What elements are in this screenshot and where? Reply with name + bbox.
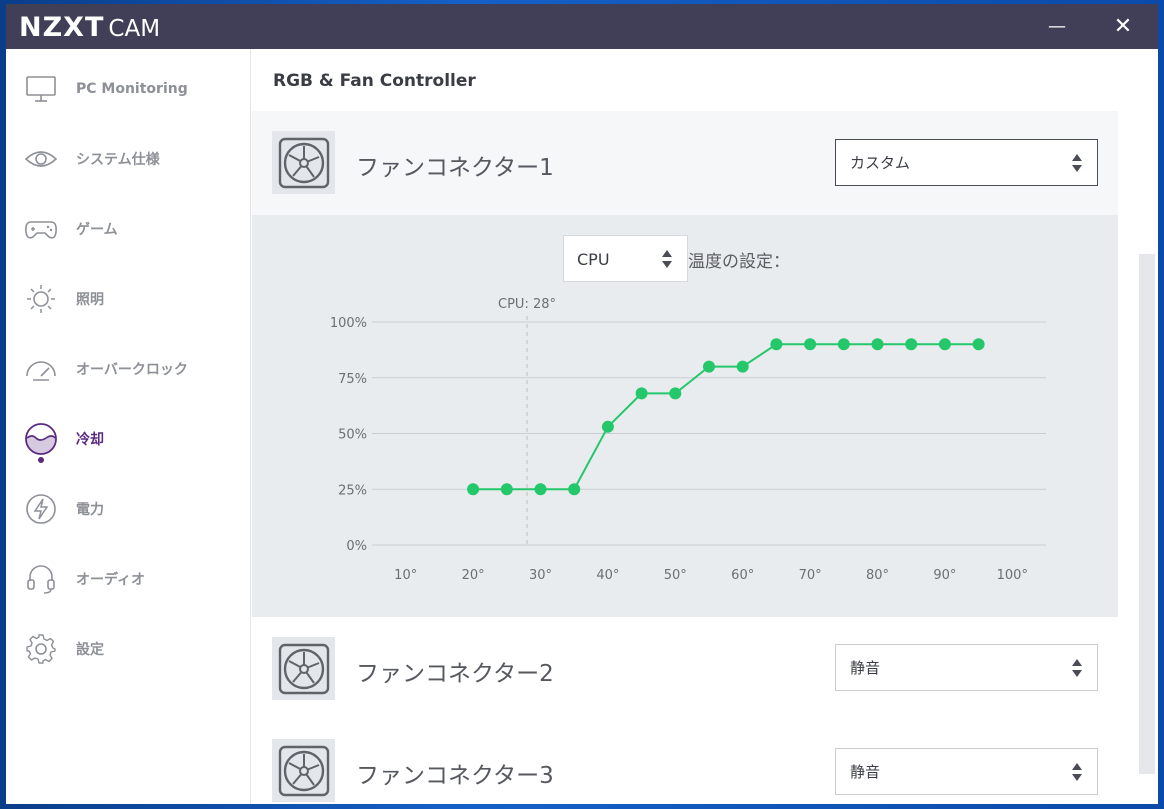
fan-icon [272,739,335,802]
curve-point[interactable] [669,387,682,400]
fan-icon [272,131,335,194]
gamepad-icon [24,212,58,246]
fan-mode-value: 静音 [850,763,881,781]
fan-icon [272,637,335,700]
curve-point[interactable] [837,338,850,351]
cooling-icon [24,422,58,456]
x-tick-label: 100° [997,568,1028,583]
y-tick-label: 100% [330,316,367,331]
y-tick-label: 25% [338,483,367,498]
speedometer-icon [24,352,58,386]
curve-point[interactable] [534,483,547,496]
fan-row-2: ファンコネクター2 静音 [252,617,1118,721]
y-tick-label: 75% [338,372,367,387]
sidebar: PC Monitoring システム仕様 ゲーム 照明 オーバークロック 冷却 … [6,49,251,804]
main-content: RGB & Fan Controller ファンコネクター1 カスタム CPU … [252,49,1118,804]
x-tick-label: 80° [866,568,889,583]
fan-name: ファンコネクター1 [356,155,554,181]
fan-name: ファンコネクター2 [356,661,554,687]
x-tick-label: 40° [596,568,619,583]
sidebar-item-label: オーディオ [76,572,146,588]
sidebar-item-label: オーバークロック [76,362,188,378]
curve-point[interactable] [804,338,817,351]
sidebar-item-label: 電力 [76,502,104,518]
sidebar-item-cooling[interactable]: 冷却 [6,404,251,474]
fan-mode-select[interactable]: 静音 [835,644,1098,691]
curve-point[interactable] [905,338,918,351]
fan-mode-value: カスタム [850,154,911,172]
gear-icon [24,632,58,666]
curve-point[interactable] [635,387,648,400]
curve-point[interactable] [871,338,884,351]
sidebar-item-label: 照明 [76,292,104,308]
y-tick-label: 50% [338,428,367,443]
logo-cam: CAM [108,16,161,42]
current-temp-label: CPU: 28° [498,297,556,312]
x-tick-label: 30° [529,568,552,583]
updown-arrows-icon [1072,659,1082,677]
sidebar-item-label: 冷却 [76,432,104,448]
x-tick-label: 60° [731,568,754,583]
monitor-icon [24,72,58,106]
headset-icon [24,562,58,596]
sidebar-item-label: システム仕様 [76,152,160,168]
y-tick-label: 0% [346,539,367,554]
scrollbar[interactable] [1118,49,1158,804]
x-tick-label: 90° [933,568,956,583]
eye-icon [24,142,58,176]
fan-mode-value: 静音 [850,659,881,677]
minimize-icon: — [1048,16,1066,37]
curve-point[interactable] [500,483,513,496]
sidebar-item-audio[interactable]: オーディオ [6,544,251,614]
curve-point[interactable] [467,483,480,496]
curve-point[interactable] [568,483,581,496]
fan-mode-select[interactable]: カスタム [835,139,1098,186]
updown-arrows-icon [1072,763,1082,781]
curve-point[interactable] [601,420,614,433]
sidebar-item-pc-monitoring[interactable]: PC Monitoring [6,54,251,124]
logo-nzxt: NZXT [19,12,105,43]
close-icon: ✕ [1113,14,1133,39]
page-title: RGB & Fan Controller [273,71,476,91]
lightning-icon [24,492,58,526]
x-tick-label: 50° [664,568,687,583]
fan-curve-line [473,343,979,491]
curve-point[interactable] [972,338,985,351]
x-tick-label: 10° [394,568,417,583]
fan-row-1: ファンコネクター1 カスタム [252,111,1118,215]
fan-name: ファンコネクター3 [356,763,554,789]
curve-point[interactable] [770,338,783,351]
x-tick-label: 70° [799,568,822,583]
scrollbar-thumb[interactable] [1139,254,1155,774]
curve-point[interactable] [703,360,715,373]
titlebar: NZXT CAM — ✕ [6,4,1158,49]
curve-point[interactable] [938,338,951,351]
sidebar-item-games[interactable]: ゲーム [6,194,251,264]
sidebar-item-settings[interactable]: 設定 [6,614,251,684]
fan-curve-panel: CPU 温度の設定： 0% 25% 50% 75% 100% 10° 20° 30° 40° 50… [252,215,1118,617]
x-tick-label: 20° [462,568,485,583]
sidebar-item-system-specs[interactable]: システム仕様 [6,124,251,194]
app-window: NZXT CAM — ✕ PC Monitoring システム仕様 ゲーム 照明… [6,4,1158,804]
sidebar-item-label: PC Monitoring [76,81,188,97]
curve-point[interactable] [736,360,749,373]
updown-arrows-icon [1072,154,1082,172]
sidebar-item-label: 設定 [76,642,104,658]
minimize-button[interactable]: — [1034,4,1080,49]
fan-row-3: ファンコネクター3 静音 [252,719,1118,804]
app-logo: NZXT CAM [19,12,160,43]
sun-icon [24,282,58,316]
close-button[interactable]: ✕ [1100,4,1146,49]
fan-curve-chart[interactable]: 0% 25% 50% 75% 100% 10° 20° 30° 40° 50° 60° 70° 80° 9… [252,215,1118,617]
sidebar-item-power[interactable]: 電力 [6,474,251,544]
active-indicator [38,457,44,463]
fan-mode-select[interactable]: 静音 [835,748,1098,795]
sidebar-item-lighting[interactable]: 照明 [6,264,251,334]
sidebar-item-overclock[interactable]: オーバークロック [6,334,251,404]
sidebar-item-label: ゲーム [76,222,118,238]
